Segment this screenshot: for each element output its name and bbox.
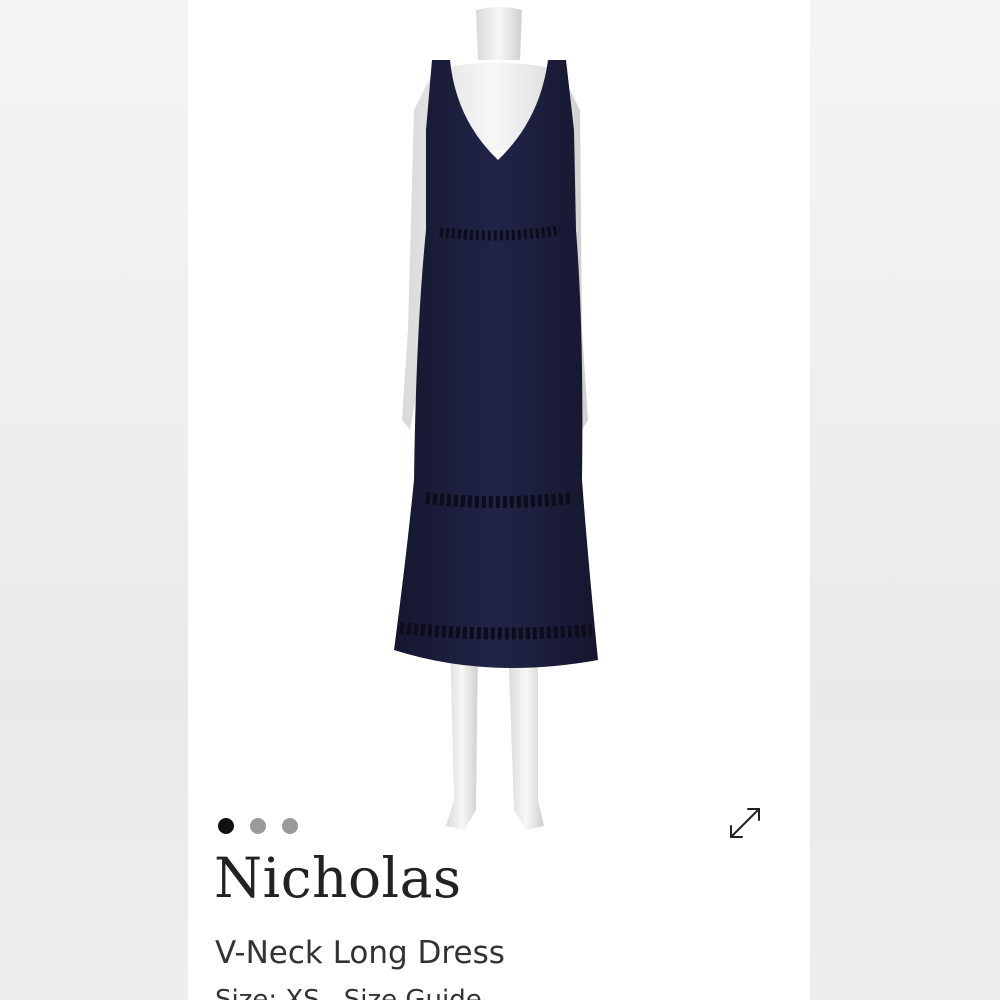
carousel-dot-1[interactable] (218, 818, 234, 834)
brand-name: Nicholas (214, 846, 462, 910)
expand-arrows-icon[interactable] (726, 804, 764, 842)
size-guide-link[interactable]: Size Guide (344, 985, 482, 1000)
size-row: Size: XS Size Guide (215, 985, 482, 1000)
size-label: Size: XS (215, 985, 320, 1000)
left-backdrop (0, 0, 188, 1000)
right-backdrop (810, 0, 1000, 1000)
carousel-dots (218, 818, 298, 834)
carousel-dot-3[interactable] (282, 818, 298, 834)
carousel-dot-2[interactable] (250, 818, 266, 834)
product-image[interactable] (188, 0, 810, 840)
product-title: V-Neck Long Dress (215, 935, 505, 971)
product-card: Nicholas V-Neck Long Dress Size: XS Size… (188, 0, 810, 1000)
